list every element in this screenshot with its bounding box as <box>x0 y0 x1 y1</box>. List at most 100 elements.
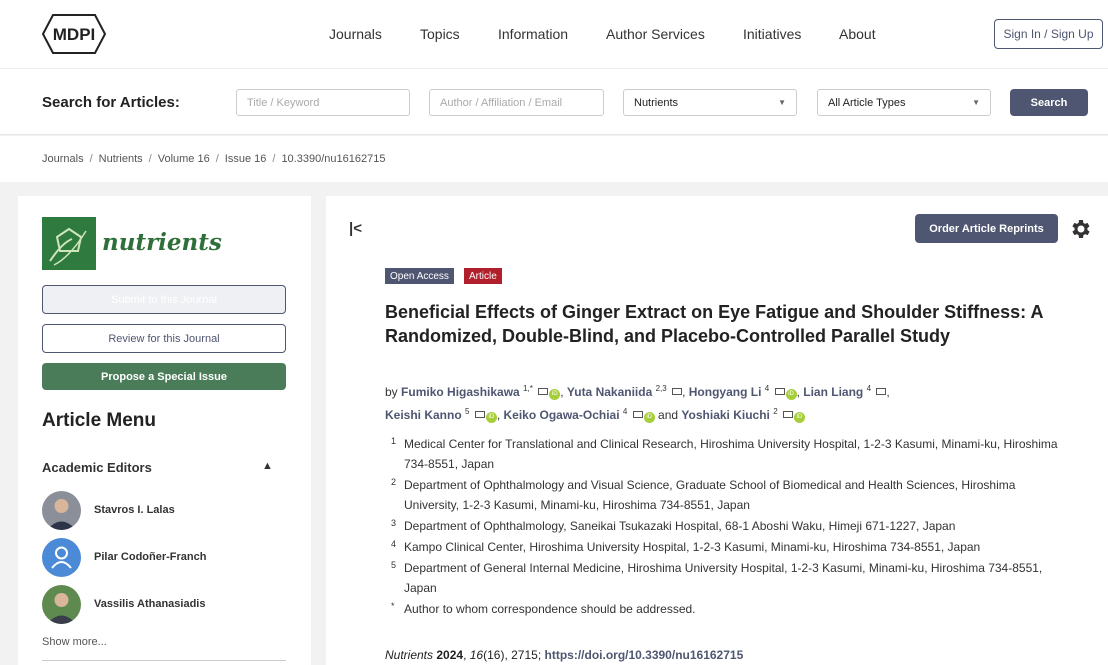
propose-special-issue-button[interactable]: Propose a Special Issue <box>42 363 286 390</box>
orcid-icon[interactable]: iD <box>643 412 655 423</box>
email-icon[interactable] <box>538 388 549 395</box>
affiliation-item: * Author to whom correspondence should be… <box>391 599 1061 619</box>
editor-item[interactable]: Pilar Codoñer-Franch <box>42 538 292 578</box>
nav-journals[interactable]: Journals <box>329 26 382 42</box>
author-affil-ref: 1,* <box>523 384 533 393</box>
email-icon[interactable] <box>783 411 794 418</box>
nav-information[interactable]: Information <box>498 26 568 42</box>
affiliation-text: Kampo Clinical Center, Hiroshima Univers… <box>404 540 981 554</box>
open-access-badge: Open Access <box>385 268 454 284</box>
breadcrumb-bar: Journals / Nutrients / Volume 16/Issue 16/10… <box>0 136 1108 182</box>
affiliation-text: Medical Center for Translational and Cli… <box>404 437 1058 471</box>
show-more-link[interactable]: Show more... <box>42 636 107 648</box>
breadcrumb-volume[interactable]: Volume 16 <box>158 153 210 165</box>
author-affil-ref: 2,3 <box>655 384 667 393</box>
citation-year: 2024 <box>436 648 464 662</box>
affiliation-text: Department of General Internal Medicine,… <box>404 561 1043 595</box>
top-nav: MDPI Journals Topics Information Author … <box>0 0 1108 68</box>
author-name[interactable]: Keishi Kanno <box>385 408 462 422</box>
breadcrumb-doi: 10.3390/nu16162715 <box>281 153 386 165</box>
affiliations: 1 Medical Center for Translational and Cl… <box>391 434 1061 620</box>
citation: Nutrients 2024, 16(16), 2715; https://do… <box>385 648 744 662</box>
sign-in-button[interactable]: Sign In / Sign Up <box>994 19 1103 49</box>
author-list: by Fumiko Higashikawa 1,* iD, Yuta Nakan… <box>385 384 890 423</box>
chevron-down-icon: ▼ <box>778 98 786 107</box>
breadcrumb-nutrients[interactable]: Nutrients <box>99 153 143 165</box>
author-name[interactable]: Yoshiaki Kiuchi <box>681 408 769 422</box>
author-affil-ref: 4 <box>866 384 872 393</box>
author-name[interactable]: Lian Liang <box>803 385 863 399</box>
article-title: Beneficial Effects of Ginger Extract on … <box>385 302 1043 346</box>
editor-name[interactable]: Stavros I. Lalas <box>94 504 175 516</box>
review-for-journal-button[interactable]: Review for this Journal <box>42 324 286 353</box>
editor-name[interactable]: Pilar Codoñer-Franch <box>94 551 206 563</box>
avatar <box>42 491 81 530</box>
affiliation-number: 3 <box>391 518 397 528</box>
affiliation-item: 2 Department of Ophthalmology and Visual … <box>391 475 1061 515</box>
journal-select[interactable]: Nutrients ▼ <box>623 89 797 116</box>
author-affiliation-input[interactable] <box>429 89 604 116</box>
affiliation-number: 4 <box>391 539 397 549</box>
and-label: and <box>658 408 679 422</box>
article-type-badge: Article <box>464 268 502 284</box>
nav-initiatives[interactable]: Initiatives <box>743 26 801 42</box>
author-affil-ref: 2 <box>773 407 778 416</box>
affiliation-number: 1 <box>391 436 397 446</box>
avatar <box>42 585 81 624</box>
academic-editors-toggle[interactable]: Academic Editors <box>42 460 152 475</box>
citation-volume: 16 <box>469 648 484 662</box>
nav-author-services[interactable]: Author Services <box>606 26 705 42</box>
affiliation-item: 1 Medical Center for Translational and Cl… <box>391 434 1061 474</box>
article-panel: |< Order Article Reprints Open Access Ar… <box>326 196 1108 665</box>
citation-journal: Nutrients <box>385 648 434 662</box>
email-icon[interactable] <box>474 411 485 418</box>
orcid-icon[interactable]: iD <box>549 389 561 400</box>
nutrients-logo-icon[interactable] <box>42 217 96 270</box>
title-keyword-input[interactable] <box>236 89 410 116</box>
author-name[interactable]: Yuta Nakaniida <box>567 385 652 399</box>
journal-name[interactable]: nutrients <box>102 229 222 256</box>
author-name[interactable]: Fumiko Higashikawa <box>401 385 520 399</box>
email-icon[interactable] <box>876 388 887 395</box>
nav-about[interactable]: About <box>839 26 876 42</box>
email-icon[interactable] <box>672 388 683 395</box>
author-name[interactable]: Keiko Ogawa-Ochiai <box>504 408 620 422</box>
article-type-select-value: All Article Types <box>828 96 906 109</box>
email-icon[interactable] <box>632 411 643 418</box>
search-button[interactable]: Search <box>1010 89 1088 116</box>
affiliation-item: 3 Department of Ophthalmology, Saneikai T… <box>391 516 1061 536</box>
breadcrumb-issue[interactable]: Issue 16 <box>225 153 267 165</box>
affiliation-text: Author to whom correspondence should be … <box>404 602 696 616</box>
orcid-icon[interactable]: iD <box>785 389 797 400</box>
search-label: Search for Articles: <box>42 94 180 111</box>
affiliation-number: 2 <box>391 477 397 487</box>
doi-link[interactable]: https://doi.org/10.3390/nu16162715 <box>545 648 744 662</box>
orcid-icon[interactable]: iD <box>794 412 806 423</box>
nav-topics[interactable]: Topics <box>420 26 460 42</box>
editor-name[interactable]: Vassilis Athanasiadis <box>94 598 205 610</box>
email-icon[interactable] <box>774 388 785 395</box>
author-name[interactable]: Hongyang Li <box>689 385 762 399</box>
affiliation-text: Department of Ophthalmology and Visual S… <box>404 478 1016 512</box>
affiliation-text: Department of Ophthalmology, Saneikai Ts… <box>404 519 956 533</box>
affiliation-number: 5 <box>391 560 397 570</box>
chevron-up-icon[interactable]: ▲ <box>262 460 273 472</box>
editor-item[interactable]: Stavros I. Lalas <box>42 491 292 531</box>
orcid-icon[interactable]: iD <box>485 412 497 423</box>
citation-issue-page: (16), 2715; <box>483 648 542 662</box>
article-type-select[interactable]: All Article Types ▼ <box>817 89 991 116</box>
mdpi-logo[interactable]: MDPI <box>41 13 107 55</box>
submit-to-journal-button[interactable]: Submit to this Journal <box>42 285 286 314</box>
breadcrumb-journals[interactable]: Journals <box>42 153 84 165</box>
chevron-down-icon: ▼ <box>972 98 980 107</box>
collapse-sidebar-icon[interactable]: |< <box>349 220 362 237</box>
author-affil-ref: 4 <box>764 384 770 393</box>
logo-text: MDPI <box>53 25 96 44</box>
sidebar: nutrients Submit to this Journal Review … <box>18 196 311 665</box>
user-icon <box>42 538 81 577</box>
gear-icon[interactable] <box>1068 217 1092 241</box>
editor-item[interactable]: Vassilis Athanasiadis <box>42 585 292 625</box>
author-affil-ref: 5 <box>465 407 470 416</box>
affiliation-number: * <box>391 601 395 611</box>
order-reprints-button[interactable]: Order Article Reprints <box>915 214 1058 243</box>
